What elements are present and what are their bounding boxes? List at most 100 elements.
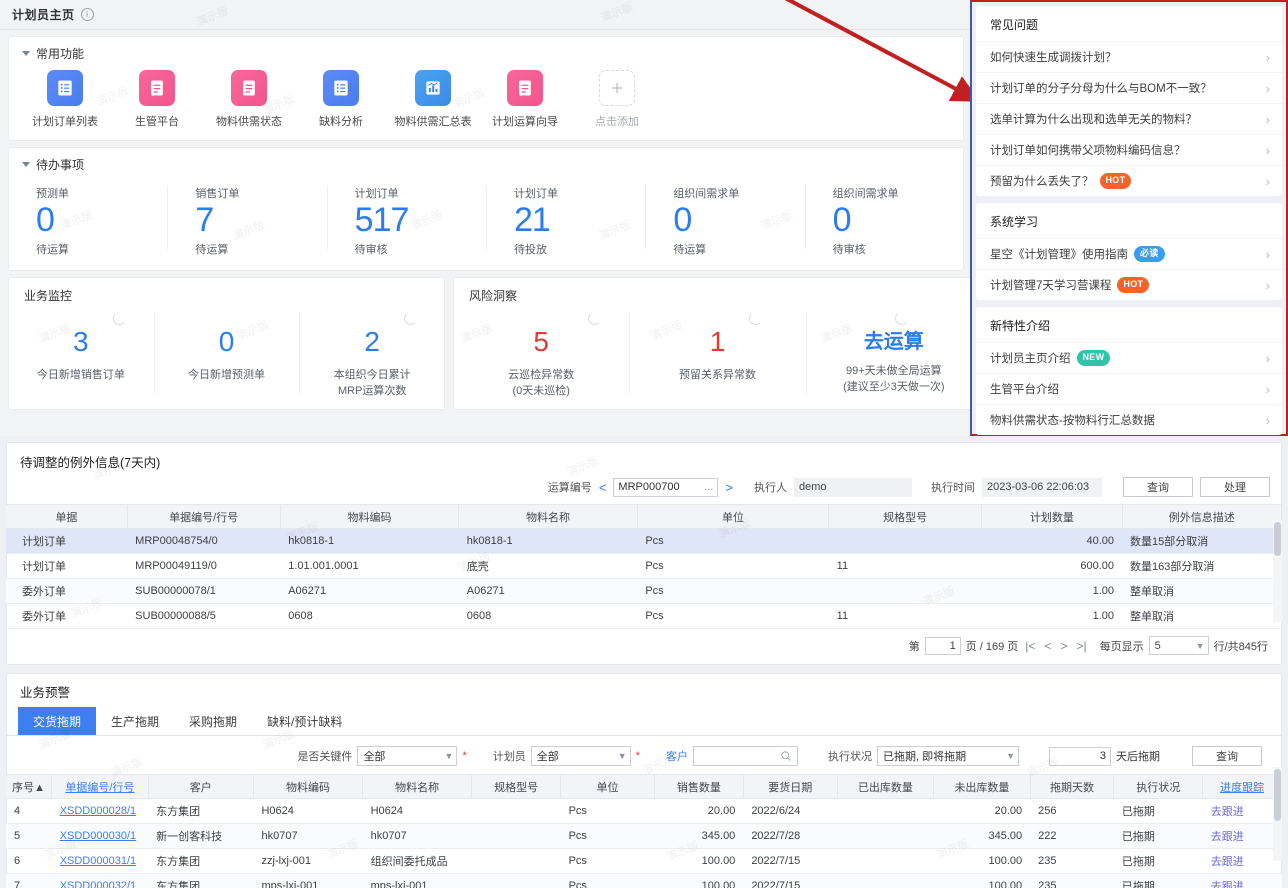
prev-calc-button[interactable]: < — [599, 480, 607, 495]
exec-time-input[interactable]: 2023-03-06 22:06:03 — [982, 478, 1102, 497]
add-quick-function-item[interactable]: 点击添加 — [594, 70, 640, 129]
customer-label[interactable]: 客户 — [666, 748, 688, 764]
faq-item[interactable]: 如何快速生成调拨计划？ › — [976, 41, 1282, 72]
doc-no-link[interactable]: XSDD000028/1 — [60, 805, 136, 817]
customer-input[interactable] — [693, 746, 798, 766]
executor-input[interactable]: demo — [794, 478, 912, 497]
col-doc-no[interactable]: 单据编号/行号 — [127, 505, 280, 529]
quick-function-item[interactable]: 物料供需状态 — [226, 70, 272, 129]
col-material-name[interactable]: 物料名称 — [363, 775, 472, 799]
feature-item[interactable]: 物料供需状态-按物料行汇总数据 › — [976, 404, 1282, 435]
learning-item[interactable]: 计划管理7天学习营课程 HOT › — [976, 269, 1282, 300]
tab-delivery-delay[interactable]: 交货拖期 — [18, 707, 96, 735]
key-part-select[interactable]: 全部 ▼ — [357, 746, 457, 766]
calc-no-ellipsis-icon[interactable]: ... — [704, 481, 713, 493]
quick-function-item[interactable]: 计划订单列表 — [42, 70, 88, 129]
col-doc-no-link[interactable]: 单据编号/行号 — [65, 782, 134, 794]
pager-page-input[interactable]: 1 — [925, 637, 961, 655]
tab-shortage[interactable]: 缺料/预计缺料 — [252, 707, 357, 735]
cell-doc-no[interactable]: XSDD000028/1 — [52, 799, 148, 824]
cell-progress-track[interactable]: 去跟进 — [1203, 824, 1282, 849]
tab-purchase-delay[interactable]: 采购拖期 — [174, 707, 252, 735]
collapse-caret-icon[interactable] — [22, 51, 30, 56]
faq-item[interactable]: 选单计算为什么出现和选单无关的物料？ › — [976, 103, 1282, 134]
exception-table-scrollbar[interactable] — [1273, 520, 1282, 622]
col-doc-no[interactable]: 单据编号/行号 — [52, 775, 148, 799]
table-row[interactable]: 计划订单 MRP00048754/0 hk0818-1 hk0818-1 Pcs… — [6, 529, 1282, 554]
col-spec[interactable]: 规格型号 — [472, 775, 561, 799]
table-row[interactable]: 委外订单 SUB00000078/1 A06271 A06271 Pcs 1.0… — [6, 579, 1282, 604]
col-spec[interactable]: 规格型号 — [829, 505, 982, 529]
plus-icon[interactable] — [599, 70, 635, 106]
risk-cell[interactable]: 1 预留关系异常数 — [629, 306, 805, 400]
faq-item[interactable]: 计划订单如何携带父项物料编码信息？ › — [976, 134, 1282, 165]
alert-query-button[interactable]: 查询 — [1192, 746, 1262, 766]
follow-up-link[interactable]: 去跟进 — [1211, 856, 1244, 868]
table-row[interactable]: 6 XSDD000031/1 东方集团 zzj-lxj-001 组织间委托成品 … — [6, 849, 1282, 874]
go-calculate-link[interactable]: 去运算 — [806, 332, 982, 352]
faq-item[interactable]: 计划订单的分子分母为什么与BOM不一致？ › — [976, 72, 1282, 103]
exception-process-button[interactable]: 处理 — [1200, 477, 1270, 497]
monitor-cell[interactable]: 3 今日新增销售订单 — [8, 306, 154, 400]
planner-select[interactable]: 全部 ▼ — [531, 746, 631, 766]
table-row[interactable]: 5 XSDD000030/1 新一创客科技 hk0707 hk0707 Pcs … — [6, 824, 1282, 849]
todo-item[interactable]: 组织间需求单 0 待运算 — [645, 179, 804, 257]
todo-item[interactable]: 计划订单 21 待投放 — [486, 179, 645, 257]
cell-progress-track[interactable]: 去跟进 — [1203, 799, 1282, 824]
col-customer[interactable]: 客户 — [148, 775, 253, 799]
quick-function-item[interactable]: 物料供需汇总表 — [410, 70, 456, 129]
col-seq[interactable]: 序号▲ — [6, 775, 52, 799]
cell-doc-no[interactable]: XSDD000031/1 — [52, 849, 148, 874]
table-row[interactable]: 7 XSDD000032/1 东方集团 mps-lxj-001 mps-lxj-… — [6, 874, 1282, 888]
prev-page-icon[interactable]: < — [1042, 639, 1053, 653]
feature-item[interactable]: 生管平台介绍 › — [976, 373, 1282, 404]
quick-function-item[interactable]: 计划运算向导 — [502, 70, 548, 129]
col-progress-track[interactable]: 进度跟踪 — [1203, 775, 1282, 799]
first-page-icon[interactable]: |< — [1023, 639, 1037, 653]
todo-item[interactable]: 销售订单 7 待运算 — [167, 179, 326, 257]
scrollbar-thumb[interactable] — [1274, 522, 1281, 556]
cell-doc-no[interactable]: XSDD000032/1 — [52, 874, 148, 888]
table-row[interactable]: 委外订单 SUB00000088/5 0608 0608 Pcs 11 1.00… — [6, 604, 1282, 629]
follow-up-link[interactable]: 去跟进 — [1211, 831, 1244, 843]
search-icon[interactable] — [780, 750, 792, 762]
col-material-code[interactable]: 物料编码 — [280, 505, 459, 529]
risk-cell[interactable]: 5 云巡检异常数 (0天未巡检) — [453, 306, 629, 400]
col-progress-track-link[interactable]: 进度跟踪 — [1220, 782, 1264, 794]
feature-item[interactable]: 计划员主页介绍 NEW › — [976, 342, 1282, 373]
monitor-cell[interactable]: 2 本组织今日累计 MRP运算次数 — [299, 306, 445, 400]
quick-function-item[interactable]: 缺料分析 — [318, 70, 364, 129]
scrollbar-thumb[interactable] — [1274, 769, 1281, 821]
col-delay-days[interactable]: 拖期天数 — [1030, 775, 1114, 799]
table-row[interactable]: 计划订单 MRP00049119/0 1.01.001.0001 底壳 Pcs … — [6, 554, 1282, 579]
todo-header[interactable]: 待办事项 — [8, 147, 964, 177]
todo-item[interactable]: 计划订单 517 待审核 — [327, 179, 486, 257]
last-page-icon[interactable]: >| — [1074, 639, 1088, 653]
col-required-date[interactable]: 要货日期 — [743, 775, 837, 799]
alert-table-scrollbar[interactable] — [1273, 767, 1282, 861]
exception-query-button[interactable]: 查询 — [1123, 477, 1193, 497]
info-circle-icon[interactable]: i — [81, 8, 94, 21]
col-exception-desc[interactable]: 例外信息描述 — [1122, 505, 1282, 529]
next-page-icon[interactable]: > — [1058, 639, 1069, 653]
doc-no-link[interactable]: XSDD000032/1 — [60, 880, 136, 888]
next-calc-button[interactable]: > — [725, 480, 733, 495]
col-plan-qty[interactable]: 计划数量 — [982, 505, 1122, 529]
table-row[interactable]: 4 XSDD000028/1 东方集团 H0624 H0624 Pcs 20.0… — [6, 799, 1282, 824]
exec-status-select[interactable]: 已拖期, 即将拖期 ▼ — [877, 746, 1019, 766]
monitor-cell[interactable]: 0 今日新增预测单 — [154, 306, 300, 400]
col-shipped-qty[interactable]: 已出库数量 — [837, 775, 933, 799]
follow-up-link[interactable]: 去跟进 — [1211, 881, 1244, 888]
col-doc-type[interactable]: 单据 — [6, 505, 127, 529]
quick-function-item[interactable]: 生管平台 — [134, 70, 180, 129]
col-unshipped-qty[interactable]: 未出库数量 — [934, 775, 1030, 799]
doc-no-link[interactable]: XSDD000031/1 — [60, 855, 136, 867]
col-unit[interactable]: 单位 — [561, 775, 655, 799]
col-sales-qty[interactable]: 销售数量 — [654, 775, 743, 799]
delay-days-input[interactable]: 3 — [1049, 747, 1111, 766]
quick-functions-header[interactable]: 常用功能 — [8, 36, 964, 66]
cell-progress-track[interactable]: 去跟进 — [1203, 849, 1282, 874]
faq-item[interactable]: 预留为什么丢失了？ HOT › — [976, 165, 1282, 196]
risk-cell[interactable]: 去运算 99+天未做全局运算 (建议至少3天做一次) — [806, 306, 982, 400]
tab-production-delay[interactable]: 生产拖期 — [96, 707, 174, 735]
